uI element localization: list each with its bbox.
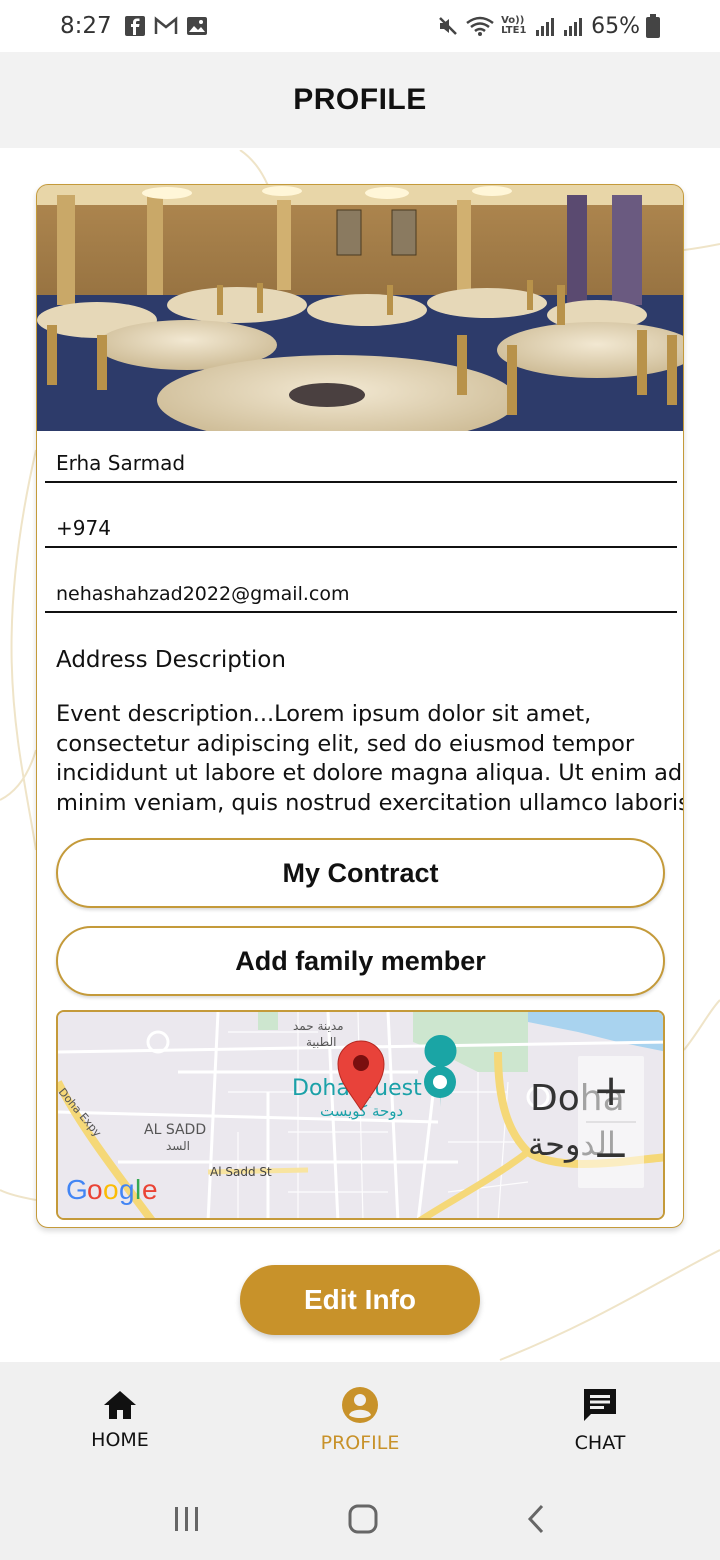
status-time: 8:27 bbox=[60, 13, 112, 39]
status-bar: 8:27 Vo)) LTE1 65% bbox=[0, 0, 720, 52]
gallery-icon bbox=[186, 17, 207, 35]
page-title: PROFILE bbox=[293, 83, 427, 116]
email-field[interactable]: nehashahzad2022@gmail.com bbox=[45, 565, 677, 613]
map-label-district: AL SADD bbox=[144, 1122, 206, 1138]
edit-info-button[interactable]: Edit Info bbox=[240, 1265, 480, 1335]
account-icon bbox=[342, 1387, 378, 1423]
nav-chat[interactable]: CHAT bbox=[480, 1362, 720, 1478]
home-button-icon[interactable] bbox=[347, 1503, 379, 1535]
bottom-navigation: HOME PROFILE CHAT bbox=[0, 1362, 720, 1478]
chat-icon bbox=[584, 1389, 616, 1421]
signal-icon-2 bbox=[564, 18, 583, 36]
profile-card: Erha Sarmad +974 nehashahzad2022@gmail.c… bbox=[36, 184, 684, 1228]
address-description: Event description...Lorem ipsum dolor si… bbox=[56, 700, 684, 818]
svg-text:l: l bbox=[135, 1174, 141, 1205]
address-line: minim veniam, quis nostrud exercitation … bbox=[56, 789, 684, 816]
facebook-icon bbox=[124, 16, 145, 36]
phone-field[interactable]: +974 bbox=[45, 500, 677, 548]
address-line: consectetur adipiscing elit, sed do eius… bbox=[56, 730, 635, 757]
svg-text:g: g bbox=[119, 1174, 135, 1205]
address-line: Event description...Lorem ipsum dolor si… bbox=[56, 701, 592, 727]
address-label: Address Description bbox=[56, 647, 286, 673]
map-label-district-ar: السد bbox=[166, 1139, 190, 1153]
svg-text:e: e bbox=[142, 1174, 158, 1205]
google-logo: G o o g l e bbox=[66, 1174, 158, 1205]
back-icon[interactable] bbox=[524, 1503, 548, 1535]
my-contract-button[interactable]: My Contract bbox=[56, 838, 665, 908]
nav-home-label: HOME bbox=[91, 1429, 149, 1451]
add-family-member-button[interactable]: Add family member bbox=[56, 926, 665, 996]
nav-home[interactable]: HOME bbox=[0, 1362, 240, 1478]
battery-percent: 65% bbox=[591, 13, 640, 39]
banquet-hall-image bbox=[37, 185, 683, 431]
svg-text:o: o bbox=[103, 1174, 119, 1205]
battery-icon bbox=[646, 14, 660, 38]
map-label-street: Al Sadd St bbox=[210, 1165, 272, 1179]
email-value: nehashahzad2022@gmail.com bbox=[56, 583, 350, 605]
svg-text:G: G bbox=[66, 1174, 88, 1205]
signal-icon bbox=[536, 18, 555, 36]
mute-icon bbox=[439, 17, 457, 35]
zoom-in-button[interactable]: + bbox=[593, 1065, 630, 1116]
location-map[interactable]: مدينة حمد الطبية Doha Quest دوحة كويست A… bbox=[56, 1010, 665, 1220]
nav-profile-label: PROFILE bbox=[320, 1432, 400, 1454]
map-canvas: مدينة حمد الطبية Doha Quest دوحة كويست A… bbox=[58, 1012, 663, 1218]
app-header: PROFILE bbox=[0, 52, 720, 148]
phone-value: +974 bbox=[56, 516, 111, 540]
zoom-out-button[interactable]: − bbox=[593, 1129, 630, 1180]
address-line: incididunt ut labore et dolore magna ali… bbox=[56, 760, 683, 786]
nav-profile[interactable]: PROFILE bbox=[240, 1362, 480, 1478]
volte-label: Vo)) LTE1 bbox=[501, 15, 527, 36]
system-navigation bbox=[0, 1478, 720, 1560]
nav-chat-label: CHAT bbox=[574, 1432, 626, 1454]
name-field[interactable]: Erha Sarmad bbox=[45, 435, 677, 483]
svg-text:o: o bbox=[87, 1174, 103, 1205]
home-icon bbox=[104, 1391, 136, 1419]
wifi-icon bbox=[466, 16, 494, 36]
gmail-icon bbox=[154, 16, 177, 34]
map-label-medical-ar-2: الطبية bbox=[306, 1035, 337, 1049]
name-value: Erha Sarmad bbox=[56, 451, 186, 475]
map-label-medical-ar-1: مدينة حمد bbox=[293, 1019, 344, 1033]
recent-apps-icon[interactable] bbox=[172, 1505, 202, 1533]
